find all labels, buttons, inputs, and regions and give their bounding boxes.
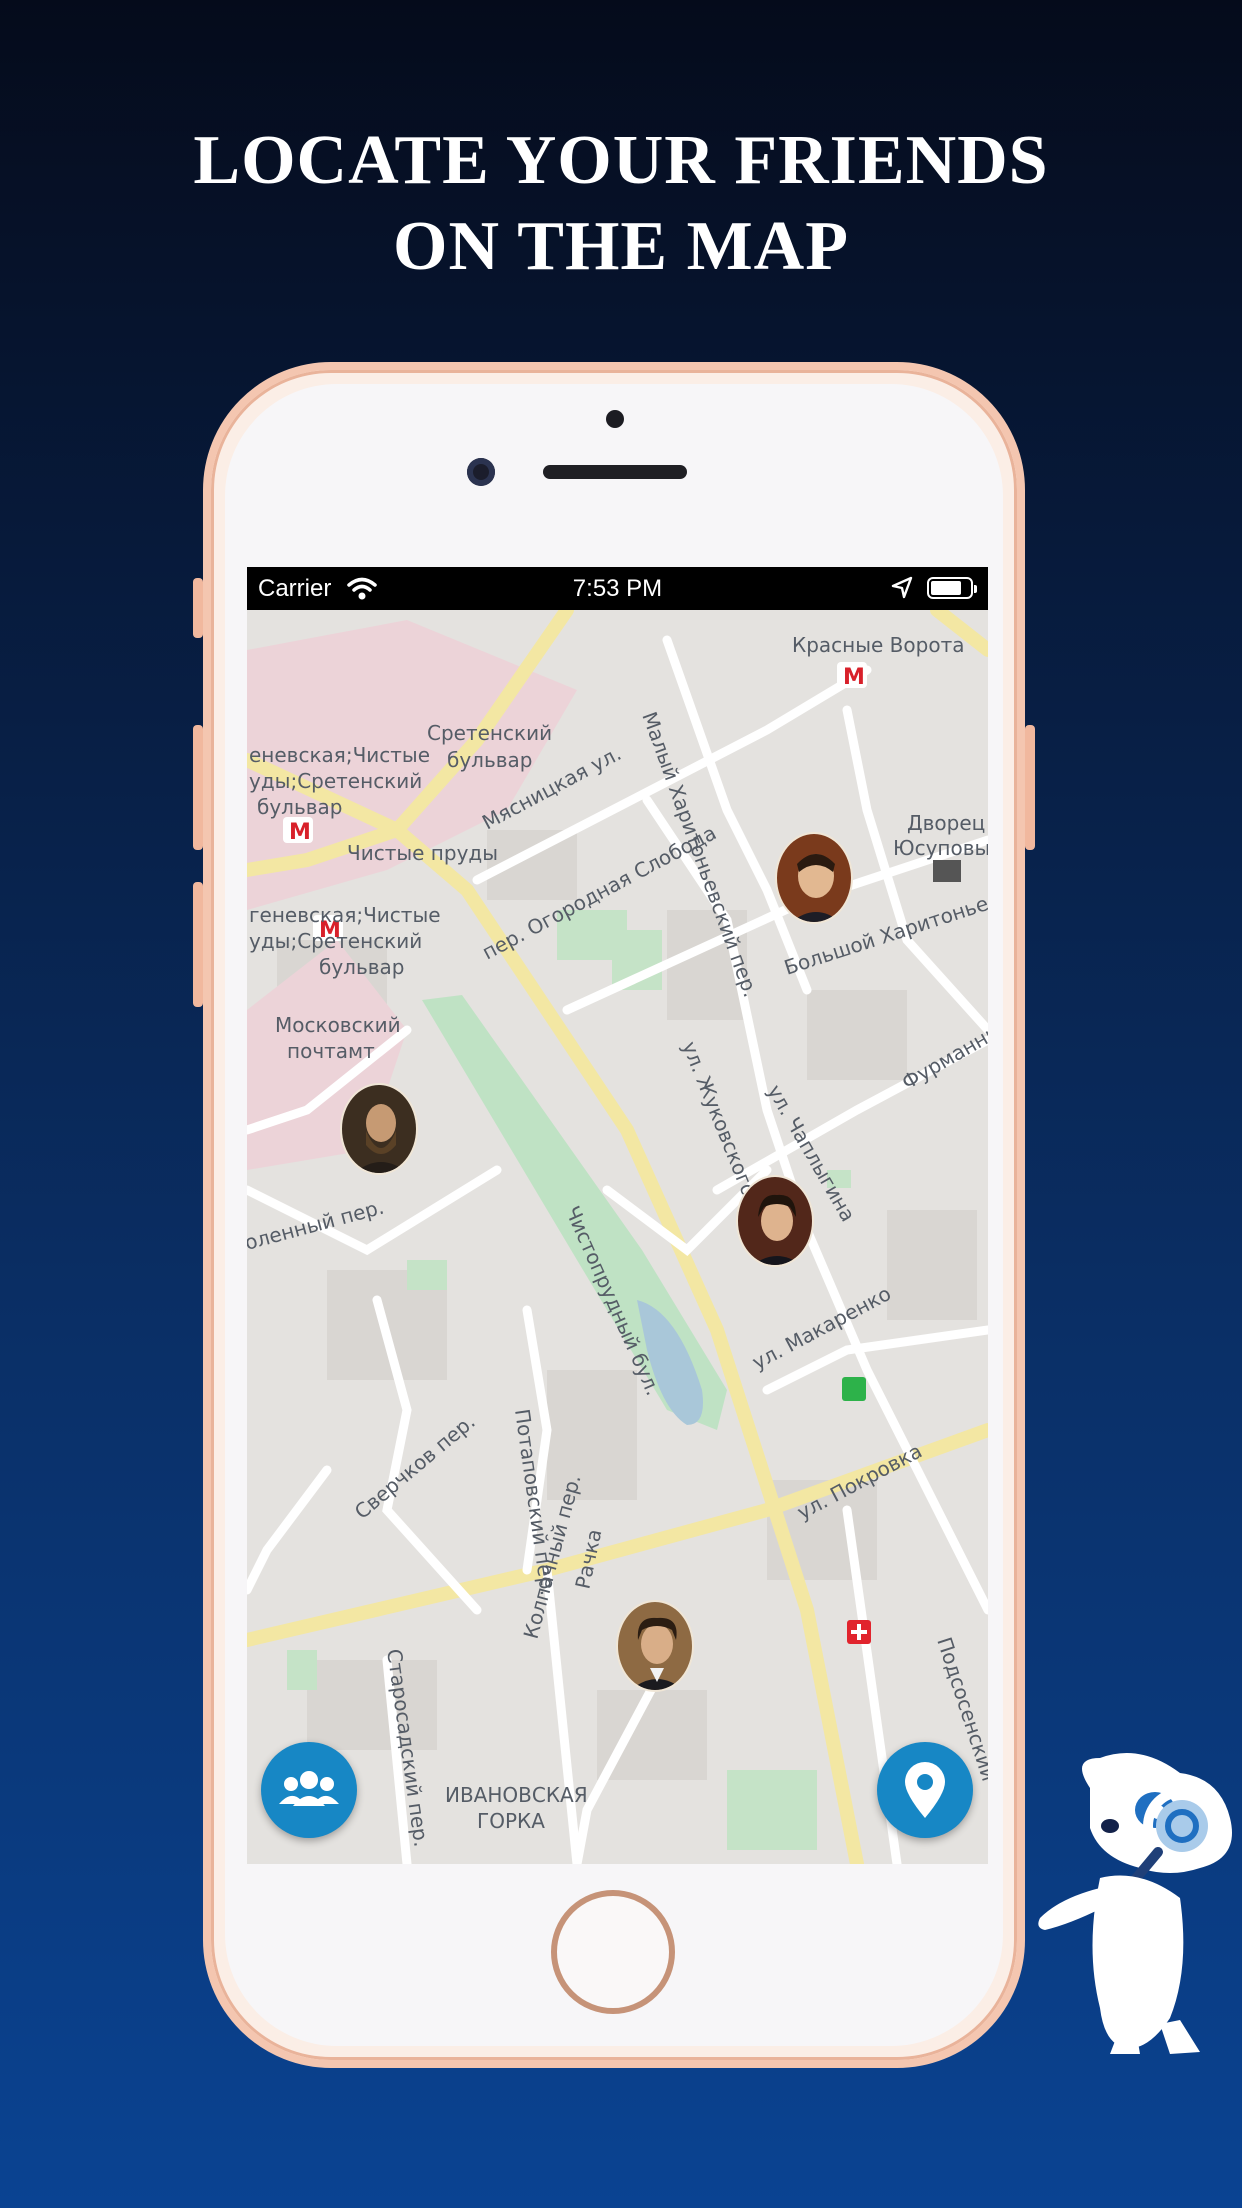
friend-portrait-icon — [618, 1602, 692, 1690]
headline: LOCATE YOUR FRIENDS ON THE MAP — [0, 118, 1242, 290]
location-pin-icon — [905, 1762, 945, 1818]
my-location-button[interactable] — [877, 1742, 973, 1838]
friends-group-icon — [279, 1771, 339, 1806]
map-label: почтамт — [287, 1039, 375, 1063]
map-view[interactable]: M M M Красные Ворота Сретенский бульвар … — [247, 610, 988, 1864]
map-label: Юсуповых — [893, 836, 988, 860]
friends-list-button[interactable] — [261, 1742, 357, 1838]
phone-volume-up — [193, 725, 203, 850]
friend-avatar-1[interactable] — [775, 832, 853, 924]
friend-avatar-3[interactable] — [736, 1175, 814, 1267]
map-label: бульвар — [447, 748, 532, 772]
location-arrow-icon — [891, 576, 913, 599]
earpiece-speaker — [543, 465, 687, 479]
svg-text:M: M — [843, 665, 865, 690]
map-label: геневская;Чистые — [249, 903, 441, 927]
dog-mascot-icon — [1038, 1753, 1232, 2054]
headline-line-2: ON THE MAP — [393, 208, 849, 285]
friend-avatar-2[interactable] — [340, 1083, 418, 1175]
map-label: Чистые пруды — [347, 841, 498, 865]
svg-text:M: M — [289, 820, 311, 845]
friend-portrait-icon — [738, 1177, 812, 1265]
front-camera — [467, 458, 495, 486]
phone-volume-down — [193, 882, 203, 1007]
phone-screen: Carrier 7:53 PM M M M Красные Ворота Сре… — [247, 567, 988, 1864]
phone-power-button — [1025, 725, 1035, 850]
map-label: еневская;Чистые — [249, 743, 430, 767]
map-label: ИВАНОВСКАЯ — [445, 1783, 588, 1807]
map-label: Московский — [275, 1013, 401, 1037]
map-label: Дворец — [907, 811, 985, 835]
map-label: бульвар — [319, 955, 404, 979]
map-label: Красные Ворота — [792, 633, 964, 657]
map-label: бульвар — [257, 795, 342, 819]
home-button[interactable] — [551, 1890, 675, 2014]
phone-mute-switch — [193, 578, 203, 638]
proximity-sensor — [606, 410, 624, 428]
status-time: 7:53 PM — [572, 575, 663, 602]
status-bar: Carrier 7:53 PM — [247, 567, 988, 610]
map-label: ГОРКА — [477, 1809, 545, 1833]
headline-line-1: LOCATE YOUR FRIENDS — [193, 122, 1049, 199]
friend-avatar-4[interactable] — [616, 1600, 694, 1692]
map-label: уды;Сретенский — [249, 929, 422, 953]
friend-portrait-icon — [342, 1085, 416, 1173]
map-label: уды;Сретенский — [249, 769, 422, 793]
battery-icon — [927, 577, 977, 599]
map-label: Сретенский — [427, 721, 552, 745]
friend-portrait-icon — [777, 834, 851, 922]
